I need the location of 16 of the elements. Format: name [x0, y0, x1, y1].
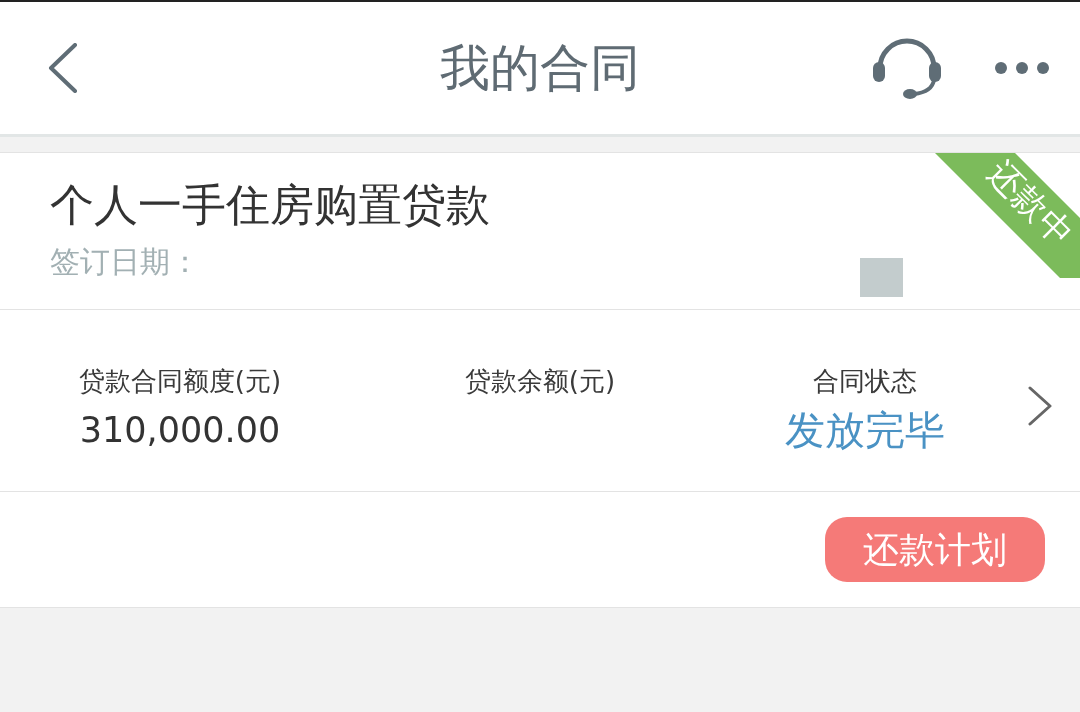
status-value: 发放完毕	[785, 410, 945, 450]
more-button[interactable]	[994, 61, 1050, 75]
chevron-right-icon[interactable]	[1028, 386, 1052, 426]
customer-service-button[interactable]	[872, 36, 942, 100]
page-title: 我的合同	[440, 43, 640, 93]
field-label: 贷款合同额度(元)	[78, 368, 282, 394]
contract-name: 个人一手住房购置贷款	[50, 183, 490, 227]
field-label: 合同状态	[813, 368, 917, 394]
back-icon	[46, 43, 78, 93]
signed-date-label: 签订日期：	[50, 247, 200, 277]
more-icon	[994, 61, 1050, 75]
status-ribbon: 还款中	[935, 153, 1080, 278]
redaction-block	[860, 258, 903, 297]
repayment-plan-button[interactable]: 还款计划	[825, 517, 1045, 582]
amount-value: 310,000.00	[79, 413, 281, 448]
headset-icon	[872, 36, 942, 100]
